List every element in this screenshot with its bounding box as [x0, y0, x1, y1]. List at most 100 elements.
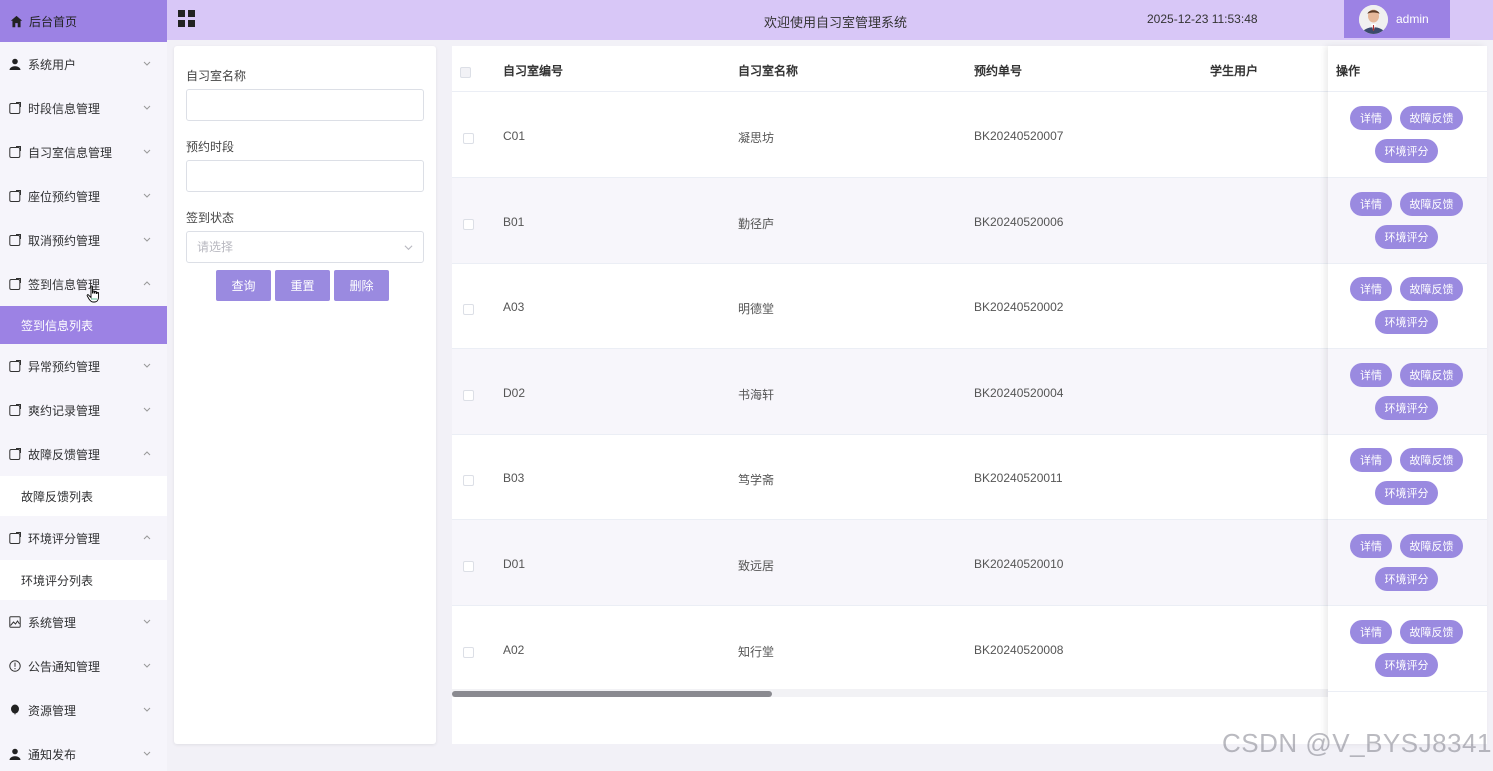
chevron-up-icon: [143, 535, 151, 540]
sidebar-item-label: 资源管理: [28, 703, 77, 718]
detail-button[interactable]: 详情: [1350, 106, 1392, 130]
sidebar-item-0[interactable]: 系统用户: [0, 42, 167, 86]
col-header-student[interactable]: 学生用户: [1210, 62, 1258, 79]
sidebar-home[interactable]: 后台首页: [0, 0, 167, 42]
top-header: 欢迎使用自习室管理系统 2025-12-23 11:53:48 admin: [167, 0, 1493, 40]
cell-name: 笃学斋: [738, 473, 775, 488]
col-header-name[interactable]: 自习室名称: [738, 62, 798, 79]
slot-label: 预约时段: [186, 140, 235, 154]
sidebar-item-label: 通知发布: [28, 747, 77, 762]
sidebar-item-6[interactable]: 异常预约管理: [0, 344, 167, 388]
cell-code: D02: [503, 385, 526, 400]
sidebar-subitem-fault-list[interactable]: 故障反馈列表: [0, 476, 167, 516]
horizontal-scrollbar-thumb[interactable]: [452, 691, 772, 697]
select-all-checkbox[interactable]: [460, 67, 471, 78]
query-button[interactable]: 查询: [216, 270, 271, 301]
env-rating-button[interactable]: 环境评分: [1375, 481, 1438, 506]
row-checkbox[interactable]: [463, 218, 474, 230]
chevron-down-icon: [143, 363, 151, 368]
col-header-order[interactable]: 预约单号: [974, 62, 1022, 79]
fault-feedback-button[interactable]: 故障反馈: [1400, 619, 1463, 644]
cell-name: 致远居: [738, 559, 775, 573]
cell-name: 勤径庐: [738, 216, 775, 231]
sidebar-item-13[interactable]: 通知发布: [0, 732, 167, 771]
sidebar-subitem-checkin-list[interactable]: 签到信息列表: [0, 306, 167, 344]
info-icon: [9, 660, 21, 672]
detail-button[interactable]: 详情: [1350, 191, 1392, 216]
status-placeholder: 请选择: [197, 240, 234, 254]
detail-button[interactable]: 详情: [1350, 277, 1392, 302]
sidebar-item-1[interactable]: 时段信息管理: [0, 86, 167, 130]
sidebar-item-11[interactable]: 公告通知管理: [0, 644, 167, 688]
chevron-down-icon: [143, 193, 151, 198]
sidebar-item-8[interactable]: 故障反馈管理: [0, 432, 167, 476]
cell-code: C01: [503, 129, 526, 143]
fault-feedback-button[interactable]: 故障反馈: [1400, 448, 1463, 473]
sidebar-item-label: 系统管理: [28, 615, 77, 630]
fault-feedback-button[interactable]: 故障反馈: [1400, 106, 1463, 130]
row-checkbox[interactable]: [463, 646, 474, 658]
row-checkbox[interactable]: [463, 133, 474, 144]
delete-button[interactable]: 删除: [334, 270, 389, 301]
env-rating-button[interactable]: 环境评分: [1375, 310, 1438, 335]
cell-code: B03: [503, 471, 525, 486]
balloon-icon: [9, 704, 21, 716]
fault-feedback-button[interactable]: 故障反馈: [1400, 191, 1463, 216]
cell-order: BK20240520008: [974, 642, 1064, 657]
chevron-up-icon: [143, 451, 151, 456]
sidebar-item-12[interactable]: 资源管理: [0, 688, 167, 732]
sidebar-item-label: 座位预约管理: [28, 189, 101, 204]
row-checkbox[interactable]: [463, 389, 474, 401]
doc-icon: [9, 278, 21, 290]
sidebar-subitem-env-list[interactable]: 环境评分列表: [0, 560, 167, 600]
cell-code: B01: [503, 214, 525, 229]
slot-input[interactable]: [186, 160, 424, 192]
status-select[interactable]: 请选择: [186, 231, 424, 263]
detail-button[interactable]: 详情: [1350, 362, 1392, 387]
detail-button[interactable]: 详情: [1350, 448, 1392, 473]
sidebar-item-4[interactable]: 取消预约管理: [0, 218, 167, 262]
sidebar-item-10[interactable]: 系统管理: [0, 600, 167, 644]
sidebar-item-7[interactable]: 爽约记录管理: [0, 388, 167, 432]
doc-icon: [9, 102, 21, 114]
env-rating-button[interactable]: 环境评分: [1375, 395, 1438, 420]
cell-order: BK20240520011: [974, 471, 1063, 486]
sidebar-item-9[interactable]: 环境评分管理: [0, 516, 167, 560]
chevron-down-icon: [143, 751, 151, 756]
fault-feedback-button[interactable]: 故障反馈: [1400, 277, 1463, 302]
chevron-down-icon: [143, 407, 151, 412]
env-rating-button[interactable]: 环境评分: [1375, 139, 1438, 163]
chevron-up-icon: [143, 281, 151, 286]
page-title: 欢迎使用自习室管理系统: [764, 15, 908, 30]
sidebar-item-label: 异常预约管理: [28, 359, 101, 374]
env-rating-button[interactable]: 环境评分: [1375, 652, 1438, 677]
env-rating-button[interactable]: 环境评分: [1375, 224, 1438, 249]
row-checkbox[interactable]: [463, 561, 474, 572]
doc-icon: [9, 448, 21, 460]
detail-button[interactable]: 详情: [1350, 619, 1392, 644]
doc-icon: [9, 360, 21, 372]
row-checkbox[interactable]: [463, 475, 474, 487]
sidebar-item-3[interactable]: 座位预约管理: [0, 174, 167, 218]
sidebar-item-label: 自习室信息管理: [28, 145, 113, 160]
col-header-code[interactable]: 自习室编号: [503, 62, 563, 79]
sidebar-item-2[interactable]: 自习室信息管理: [0, 130, 167, 174]
user-icon: [9, 58, 21, 70]
doc-icon: [9, 234, 21, 246]
detail-button[interactable]: 详情: [1350, 534, 1392, 558]
user-menu[interactable]: admin: [1344, 0, 1450, 38]
cell-order: BK20240520002: [974, 300, 1064, 315]
menu-grid-icon[interactable]: [178, 10, 195, 27]
row-checkbox[interactable]: [463, 304, 474, 316]
sidebar-item-5[interactable]: 签到信息管理: [0, 262, 167, 306]
doc-icon: [9, 532, 21, 544]
room-name-input[interactable]: [186, 89, 424, 121]
fault-feedback-button[interactable]: 故障反馈: [1400, 362, 1463, 387]
env-rating-button[interactable]: 环境评分: [1375, 567, 1438, 591]
cell-order: BK20240520010: [974, 557, 1064, 571]
chevron-down-icon: [143, 237, 151, 242]
reset-button[interactable]: 重置: [275, 270, 330, 301]
cell-order: BK20240520004: [974, 385, 1064, 400]
fault-feedback-button[interactable]: 故障反馈: [1400, 534, 1463, 558]
data-table: 自习室编号 自习室名称 预约单号 学生用户 C01 凝思坊 BK2024052000…: [452, 46, 1487, 744]
